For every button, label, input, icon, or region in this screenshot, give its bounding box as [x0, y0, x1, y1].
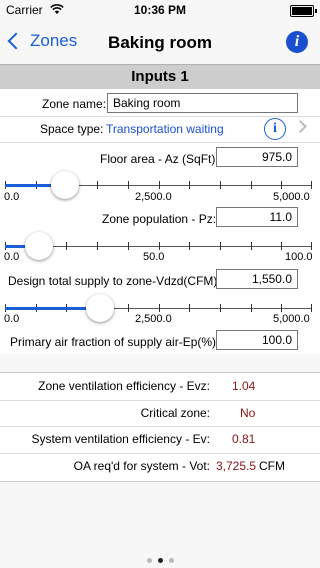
floor-area-max-label: 5,000.0	[273, 191, 310, 203]
slider-tick	[311, 242, 312, 250]
page-dot	[168, 558, 174, 563]
slider-tick	[159, 181, 160, 189]
critical-zone-value: No	[240, 406, 256, 420]
space-type-label: Space type:	[40, 122, 104, 136]
slider-tick	[220, 242, 221, 250]
primary-air-field[interactable]: 100.0	[216, 330, 298, 350]
clock: 10:36 PM	[133, 3, 187, 17]
inputs-panel: Zone name: Baking room Space type: Trans…	[0, 89, 320, 354]
space-type-info-icon[interactable]: i	[264, 118, 286, 140]
slider-tick	[159, 242, 160, 250]
slider-thumb[interactable]	[86, 294, 114, 322]
slider-tick	[251, 242, 252, 250]
divider	[0, 116, 320, 117]
results-panel: Zone ventilation efficiency - Evz: 1.04 …	[0, 372, 320, 482]
slider-tick	[159, 304, 160, 312]
slider-tick	[220, 181, 221, 189]
oa-required-unit: CFM	[259, 459, 285, 473]
slider-tick	[281, 181, 282, 189]
critical-zone-label: Critical zone:	[140, 406, 210, 420]
slider-tick	[128, 242, 129, 250]
slider-thumb[interactable]	[51, 171, 79, 199]
slider-tick	[97, 181, 98, 189]
design-supply-min-label: 0.0	[4, 313, 20, 325]
divider	[0, 453, 320, 454]
status-bar: Carrier 10:36 PM	[0, 0, 320, 20]
system-efficiency-value: 0.81	[232, 432, 256, 446]
zone-population-mid-label: 50.0	[143, 251, 165, 263]
page-dot-active	[157, 558, 163, 563]
page-title: Baking room	[108, 33, 212, 52]
divider	[0, 426, 320, 427]
design-supply-label: Design total supply to zone-Vdzd(CFM):	[8, 274, 221, 288]
design-supply-field[interactable]: 1,550.0	[216, 269, 298, 289]
system-efficiency-label: System ventilation efficiency - Ev:	[31, 432, 210, 446]
slider-tick	[220, 304, 221, 312]
info-icon[interactable]: i	[286, 31, 308, 53]
space-type-value[interactable]: Transportation waiting	[106, 122, 224, 136]
battery-icon	[290, 5, 317, 17]
disclosure-chevron-icon[interactable]	[294, 120, 307, 133]
page-dot	[146, 558, 152, 563]
slider-tick	[311, 304, 312, 312]
slider-tick	[189, 304, 190, 312]
slider-tick	[66, 242, 67, 250]
floor-area-min-label: 0.0	[4, 191, 20, 203]
floor-area-mid-label: 2,500.0	[135, 191, 172, 203]
slider-tick	[97, 242, 98, 250]
divider	[0, 400, 320, 401]
zone-population-max-label: 100.0	[285, 251, 313, 263]
navigation-bar: Zones Baking room i	[0, 20, 320, 65]
oa-required-label: OA req'd for system - Vot:	[73, 459, 210, 473]
zone-efficiency-label: Zone ventilation efficiency - Evz:	[38, 379, 210, 393]
page-indicator[interactable]	[0, 558, 320, 563]
slider-tick	[189, 242, 190, 250]
design-supply-mid-label: 2,500.0	[135, 313, 172, 325]
design-supply-max-label: 5,000.0	[273, 313, 310, 325]
slider-tick	[281, 242, 282, 250]
zone-efficiency-value: 1.04	[232, 379, 256, 393]
zone-name-label: Zone name:	[42, 97, 107, 111]
slider-tick	[311, 181, 312, 189]
zone-population-min-label: 0.0	[4, 251, 20, 263]
section-header: Inputs 1	[0, 65, 320, 89]
zone-population-field[interactable]: 11.0	[216, 207, 298, 227]
zone-name-field[interactable]: Baking room	[107, 93, 298, 113]
slider-tick	[189, 181, 190, 189]
slider-tick	[128, 304, 129, 312]
slider-tick	[128, 181, 129, 189]
divider	[0, 142, 320, 143]
floor-area-field[interactable]: 975.0	[216, 147, 298, 167]
oa-required-value: 3,725.5	[216, 459, 257, 473]
slider-tick	[251, 304, 252, 312]
floor-area-label: Floor area - Az (SqFt):	[100, 152, 219, 166]
slider-tick	[281, 304, 282, 312]
primary-air-label: Primary air fraction of supply air-Ep(%)…	[10, 335, 220, 349]
slider-thumb[interactable]	[25, 232, 53, 260]
slider-tick	[251, 181, 252, 189]
zone-population-label: Zone population - Pz:	[102, 212, 217, 226]
